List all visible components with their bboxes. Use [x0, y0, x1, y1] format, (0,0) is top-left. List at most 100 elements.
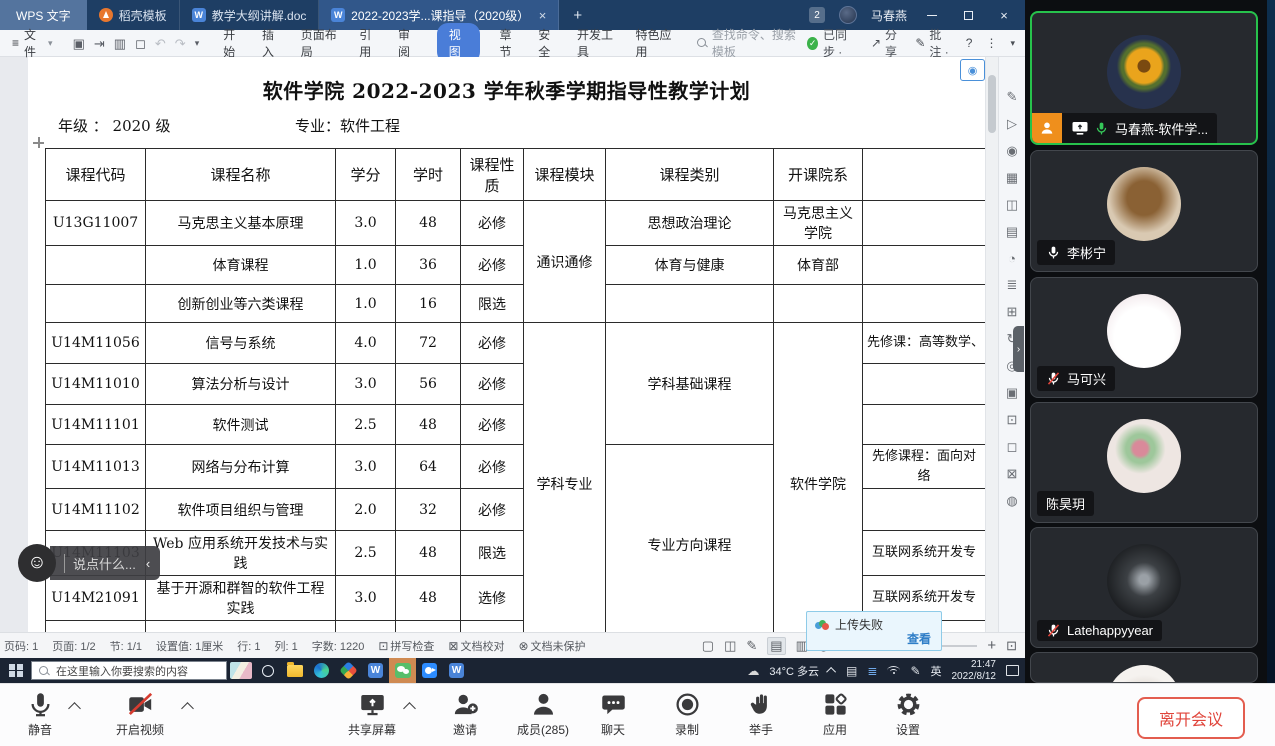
members-button[interactable]: 成员(285) [506, 691, 580, 738]
fullscreen-view-icon[interactable]: ▢ [702, 638, 714, 654]
file-explorer-icon[interactable] [281, 658, 308, 683]
menu-page-layout[interactable]: 页面布局 [301, 26, 340, 60]
menu-review[interactable]: 审阅 [398, 26, 418, 60]
header-hours[interactable]: 学时 [396, 149, 461, 201]
maximize-button[interactable] [957, 11, 979, 20]
spellcheck-toggle[interactable]: ⊡拼写检查 [378, 638, 434, 654]
cell-dept[interactable]: 马克思主义学院 [774, 201, 863, 246]
apps-button[interactable]: 应用 [798, 691, 872, 738]
chat-input[interactable]: 说点什么... ‹ [50, 546, 160, 580]
cell-hours[interactable]: 32 [396, 489, 461, 531]
cell-note[interactable] [863, 246, 986, 285]
document-page[interactable]: 软件学院 2022-2023 学年秋季学期指导性教学计划 年级 ： 2020 级… [28, 57, 985, 632]
cell-type[interactable]: 必修 [461, 489, 524, 531]
shape-tool-icon[interactable] [1007, 439, 1018, 455]
outline-tool-icon[interactable] [1007, 277, 1018, 293]
document-scrollbar[interactable] [985, 57, 998, 632]
participant-tile[interactable]: 李彬宁 [1030, 150, 1258, 272]
picture-thumbnail[interactable] [227, 658, 254, 683]
onedrive-tray-icon[interactable]: ≣ [867, 664, 877, 678]
cell-credit[interactable]: 3.0 [336, 364, 396, 405]
cell-code[interactable]: U14M11102 [46, 489, 146, 531]
share-button[interactable]: ↗分享 [871, 26, 902, 60]
tab-rice-template[interactable]: 稻壳模板 [87, 0, 180, 30]
cell-note[interactable] [863, 405, 986, 445]
sync-status[interactable]: ✓已同步 · [807, 26, 858, 60]
protect-status[interactable]: ⊗文档未保护 [518, 638, 585, 654]
minimize-button[interactable] [921, 15, 943, 16]
export-icon[interactable]: ⇥ [94, 37, 105, 50]
cell-type[interactable] [461, 621, 524, 633]
two-page-view-icon[interactable]: ◫ [724, 638, 736, 654]
edge-icon[interactable] [308, 658, 335, 683]
cell-credit[interactable]: 4.0 [336, 323, 396, 364]
zoom-in-icon[interactable]: + [987, 637, 996, 654]
cell-code[interactable]: U14M11013 [46, 445, 146, 489]
mute-button[interactable]: 静音 [3, 691, 77, 738]
participant-tile[interactable]: 马可兴 [1030, 277, 1258, 398]
input-language[interactable]: 英 [931, 663, 942, 679]
cell-type[interactable]: 必修 [461, 364, 524, 405]
wps-doc2-icon[interactable]: W [443, 658, 470, 683]
cell-name[interactable]: 基于开源和群智的软件工程实践 [146, 576, 336, 621]
settings-button[interactable]: 设置 [871, 691, 945, 738]
record-button[interactable]: 录制 [650, 691, 724, 738]
table-move-handle[interactable] [33, 137, 44, 148]
cell-type[interactable]: 限选 [461, 285, 524, 323]
chat-button[interactable]: 聊天 [576, 691, 650, 738]
action-center-icon[interactable] [1006, 665, 1019, 676]
participant-tile[interactable]: 陈昊玥 [1030, 402, 1258, 523]
menu-references[interactable]: 引用 [359, 26, 379, 60]
cell-category[interactable]: 体育与健康 [606, 246, 774, 285]
header-remark[interactable] [863, 149, 986, 201]
collapse-ribbon-icon[interactable]: ▾ [1010, 38, 1015, 49]
grid-tool-icon[interactable] [1007, 304, 1018, 320]
start-button[interactable] [9, 664, 23, 678]
panel-collapse-handle[interactable]: › [1013, 326, 1024, 372]
cell-hours[interactable]: 72 [396, 323, 461, 364]
columns-tool-icon[interactable] [1006, 197, 1018, 213]
cell-module-merged[interactable]: 学科专业 [524, 323, 606, 633]
box-tool-icon[interactable] [1007, 412, 1018, 428]
cell-hours[interactable]: 48 [396, 405, 461, 445]
redo-icon[interactable]: ↷ [175, 37, 186, 50]
cell-credit[interactable]: 1.0 [336, 246, 396, 285]
taskbar-search[interactable]: 在这里输入你要搜索的内容 [31, 661, 227, 680]
mail-tray-icon[interactable]: ▤ [846, 664, 857, 678]
cell-hours[interactable] [396, 621, 461, 633]
chart-tool-icon[interactable] [1006, 224, 1018, 240]
view-link[interactable]: 查看 [907, 630, 931, 647]
cell-type[interactable]: 选修 [461, 576, 524, 621]
cell-note[interactable] [863, 489, 986, 531]
undo-icon[interactable]: ↶ [155, 37, 166, 50]
command-search[interactable]: 查找命令、搜索模板 [697, 26, 807, 60]
cell-type[interactable]: 必修 [461, 201, 524, 246]
print-icon[interactable]: ▥ [114, 37, 126, 50]
share-screen-button[interactable]: 共享屏幕 [335, 691, 409, 738]
tray-expand-icon[interactable] [826, 667, 836, 677]
cell-note[interactable] [863, 364, 986, 405]
menu-special-apps[interactable]: 特色应用 [635, 26, 674, 60]
collapse-chat-icon[interactable]: ‹ [146, 556, 150, 571]
cell-credit[interactable]: 3.0 [336, 201, 396, 246]
cell-name[interactable]: Web 应用系统开发技术与实践 [146, 531, 336, 576]
participant-tile[interactable]: Latehappyyear [1030, 527, 1258, 648]
cell-type[interactable]: 必修 [461, 445, 524, 489]
cell-hours[interactable]: 16 [396, 285, 461, 323]
cell-type[interactable]: 必修 [461, 246, 524, 285]
file-menu[interactable]: ≡ 文件 ▾ [0, 26, 63, 60]
save-icon[interactable]: ▣ [73, 37, 85, 50]
menu-dev-tools[interactable]: 开发工具 [577, 26, 616, 60]
more-icon[interactable]: ▾ [195, 39, 200, 48]
cell-credit[interactable]: 3.0 [336, 445, 396, 489]
pen-tray-icon[interactable]: ✎ [910, 664, 920, 678]
fit-page-icon[interactable]: ⊡ [1006, 638, 1017, 654]
more-options-icon[interactable]: ⋮ [985, 36, 997, 50]
cell-credit[interactable]: 2.5 [336, 531, 396, 576]
taskbar-clock[interactable]: 21:47 2022/8/12 [952, 659, 997, 682]
cell-name[interactable]: 软件项目组织与管理 [146, 489, 336, 531]
weather-icon[interactable]: ☁ [747, 664, 759, 678]
scrollbar-thumb[interactable] [988, 75, 996, 133]
ruler-pin-button[interactable]: ◉ [960, 59, 985, 81]
header-course-code[interactable]: 课程代码 [46, 149, 146, 201]
